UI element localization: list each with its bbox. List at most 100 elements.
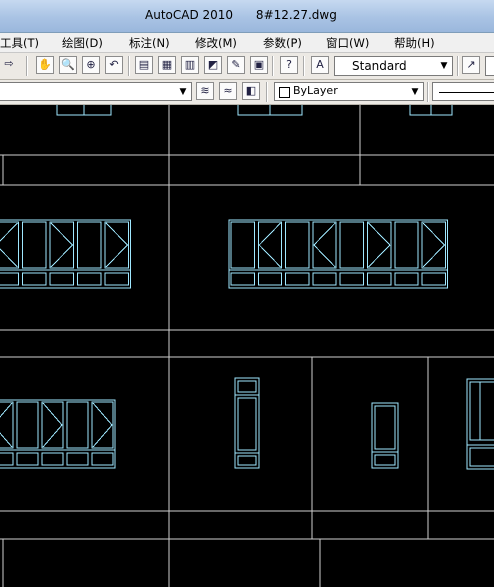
chevron-down-icon: ▼ [411, 87, 419, 97]
properties-icon[interactable]: ▤ [135, 56, 153, 74]
window-lower-pane [16, 452, 39, 466]
window-pane [22, 221, 47, 269]
menu-parametric[interactable]: 参数(P) [263, 35, 302, 51]
window-lower-pane [469, 447, 494, 467]
drawing-svg[interactable] [0, 105, 494, 587]
window-lower-pane [66, 452, 89, 466]
window-pane [91, 401, 114, 449]
opening-swing [422, 222, 446, 268]
window-lower-pane [0, 452, 14, 466]
menu-draw[interactable]: 绘图(D) [62, 35, 103, 51]
window-lower-pane [421, 272, 446, 286]
color-swatch [279, 87, 290, 98]
dim-style-icon[interactable]: ↗ [462, 56, 480, 74]
linetype-select[interactable] [432, 82, 494, 101]
window-pane [367, 221, 392, 269]
window-pane [41, 401, 64, 449]
standard-toolbar: ⇨ ✋ 🔍 ⊕ ↶ ▤ ▦ ▥ ◩ ✎ ▣ ? A Standard ▼ ↗ [0, 53, 494, 80]
window-lower-pane [339, 272, 365, 286]
window-pane [257, 221, 283, 269]
window-pane [104, 221, 129, 269]
help-icon[interactable]: ? [280, 56, 298, 74]
toolbar-separator [457, 56, 459, 76]
opening-swing [105, 222, 129, 268]
opening-swing [0, 222, 18, 268]
window-lower-pane [22, 272, 47, 286]
menu-tools[interactable]: 工具(T) [0, 35, 39, 51]
window-pane [0, 221, 19, 269]
window-lower-pane [104, 272, 129, 286]
window-pane [394, 221, 419, 269]
window-pane [469, 381, 494, 441]
window-frame [371, 402, 399, 469]
text-style-value: Standard [352, 59, 407, 73]
grid-lines [0, 105, 494, 587]
text-style-select[interactable]: Standard ▼ [334, 56, 453, 76]
markup-icon[interactable]: ✎ [227, 56, 245, 74]
design-center-icon[interactable]: ▦ [158, 56, 176, 74]
window-lower-pane [374, 454, 396, 466]
window-lower-pane [257, 272, 283, 286]
drawing-canvas[interactable] [0, 105, 494, 587]
opening-swing [92, 402, 113, 448]
window-pane [374, 405, 396, 450]
zoom-realtime-icon[interactable]: 🔍 [59, 56, 77, 74]
window-pane [49, 221, 74, 269]
opening-swing [313, 222, 336, 268]
window-lower-pane [49, 272, 74, 286]
opening-swing [50, 222, 74, 268]
window-pane [285, 221, 310, 269]
zoom-window-icon[interactable]: ⊕ [82, 56, 100, 74]
chevron-down-icon: ▼ [440, 61, 448, 71]
layer-previous-icon[interactable]: ◧ [242, 82, 260, 100]
menu-modify[interactable]: 修改(M) [195, 35, 237, 51]
window-lower-pane [312, 272, 337, 286]
sheet-set-icon[interactable]: ◩ [204, 56, 222, 74]
window-lower-pane [367, 272, 392, 286]
toolbar-separator [272, 56, 274, 76]
window-frame [0, 219, 131, 289]
opening-swing [42, 402, 63, 448]
window-lower-pane [230, 272, 255, 286]
opening-swing [258, 222, 281, 268]
window-pane [230, 221, 255, 269]
zoom-previous-icon[interactable]: ↶ [105, 56, 123, 74]
window-lower-pane [41, 452, 64, 466]
window-lower-pane [285, 272, 310, 286]
window-lower-pane [394, 272, 419, 286]
window-lower-pane [237, 455, 257, 466]
nav-arrow-icon[interactable]: ⇨ [0, 56, 18, 74]
opening-swing [368, 222, 391, 268]
toolbar-separator [266, 82, 268, 102]
window-lower-pane [0, 272, 19, 286]
window-lower-pane [77, 272, 102, 286]
window-elevations [0, 105, 494, 470]
color-select[interactable]: ByLayer ▼ [274, 82, 424, 101]
window-frame [228, 219, 448, 289]
menu-help[interactable]: 帮助(H) [394, 35, 435, 51]
window-pane [421, 221, 446, 269]
layer-state-icon[interactable]: ≈ [219, 82, 237, 100]
title-bar: AutoCAD 2010 8#12.27.dwg [0, 0, 494, 33]
color-value: ByLayer [293, 84, 338, 97]
menu-window[interactable]: 窗口(W) [326, 35, 369, 51]
dim-style-select[interactable] [485, 56, 494, 76]
layer-select[interactable]: ▼ [0, 82, 192, 101]
window-pane [237, 397, 257, 451]
window-pane [237, 380, 257, 393]
toolbar-separator [128, 56, 130, 76]
window-pane [312, 221, 337, 269]
text-style-icon[interactable]: A [311, 56, 329, 74]
toolbar-separator [26, 56, 28, 76]
tool-palettes-icon[interactable]: ▥ [181, 56, 199, 74]
menu-bar: 工具(T) 绘图(D) 标注(N) 修改(M) 参数(P) 窗口(W) 帮助(H… [0, 33, 494, 53]
toolbar-separator [303, 56, 305, 76]
opening-swing [0, 402, 13, 448]
layer-manager-icon[interactable]: ≋ [196, 82, 214, 100]
toolbar-separator [427, 82, 429, 102]
pan-icon[interactable]: ✋ [36, 56, 54, 74]
menu-dimension[interactable]: 标注(N) [129, 35, 170, 51]
calculator-icon[interactable]: ▣ [250, 56, 268, 74]
window-pane [339, 221, 365, 269]
window-pane [16, 401, 39, 449]
